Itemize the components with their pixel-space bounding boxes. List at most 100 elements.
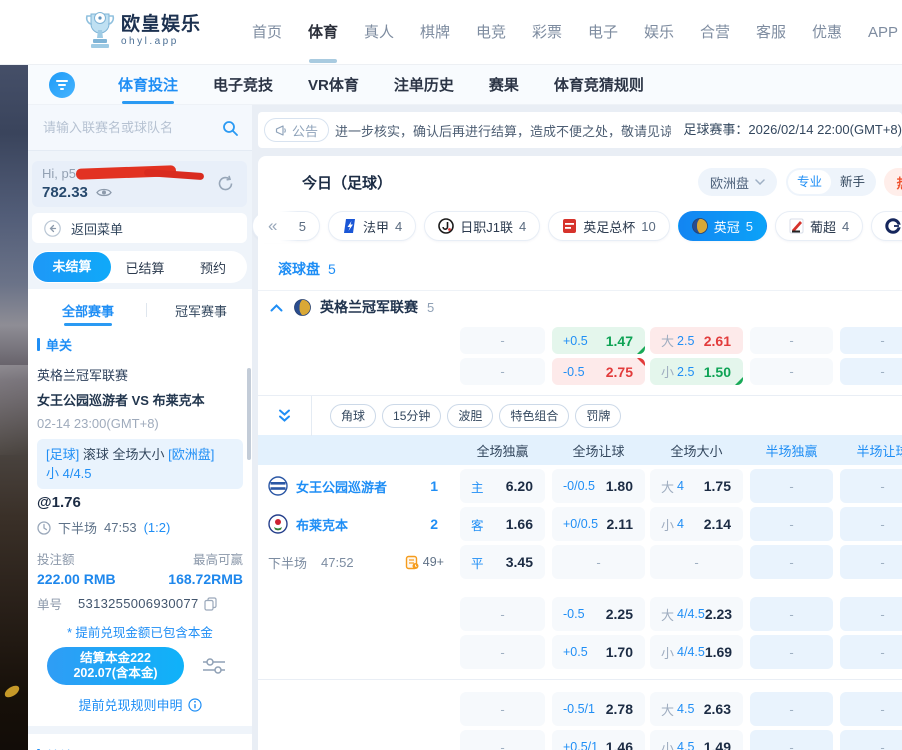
odds-value: 1.49 [704,739,731,750]
announcement-bar: 公告 进一步核实，确认后再进行结算，造成不便之处，敬请见谅！ 足球赛事：2026… [258,112,902,148]
topnav-item[interactable]: APP [868,0,898,65]
odds-cell[interactable]: +0.51.47 [552,327,645,354]
league-tab-count: 4 [519,219,526,234]
league-tab[interactable]: 荷甲8 [871,211,902,241]
league-tab[interactable]: 日职J1联4 [424,211,540,241]
bet-league-name: 英格兰冠军联赛 [37,368,243,384]
odds-cell[interactable]: 主6.20 [460,469,545,503]
sidebar-scrollbar[interactable] [247,368,251,460]
copy-icon[interactable] [204,597,217,611]
page-title: 今日（足球） [302,172,392,193]
team-cell[interactable]: 布莱克本2 [268,507,450,541]
topnav-item[interactable]: 真人 [364,0,394,65]
slip-tab[interactable]: 未结算 [33,252,111,282]
odds-cell[interactable]: 小2.51.50 [650,358,743,385]
odds-cell[interactable]: 小4/4.51.69 [650,635,743,669]
cashout-settings-icon[interactable] [202,656,226,676]
odds-cell[interactable]: +0.51.70 [552,635,645,669]
tabs-scroll-left[interactable]: « [258,209,298,243]
odds-cell-empty: - [750,358,833,385]
odds-cell[interactable]: 大4.52.63 [650,692,743,726]
subnav-item[interactable]: VR体育 [308,74,359,95]
odds-cell[interactable]: -0/0.51.80 [552,469,645,503]
handicap-label: 主 [471,477,484,496]
team-cell[interactable]: 下半场47:5249+ [268,545,450,579]
odds-cell[interactable]: 客1.66 [460,507,545,541]
league-section-header[interactable]: 英格兰冠军联赛 5 [258,290,902,323]
submarket-pill[interactable]: 15分钟 [382,404,441,428]
subnav-item[interactable]: 体育投注 [118,74,178,95]
cashout-rules-link[interactable]: 提前兑现规则申明 [37,695,243,714]
odds-cell[interactable]: 大2.52.61 [650,327,743,354]
submarket-pill[interactable]: 特色组合 [499,404,569,428]
odds-column-header: 半场独赢 [750,441,833,460]
search-input[interactable] [43,120,222,135]
eye-icon[interactable] [96,187,112,198]
handicap-label: +0.5/1 [563,740,598,750]
line-value: 4/4.5 [677,645,705,659]
odds-cell[interactable]: 大41.75 [650,469,743,503]
league-tab-count: 4 [395,219,402,234]
line-value: 4.5 [677,740,694,750]
back-to-menu-button[interactable]: 返回菜单 [32,213,247,243]
odds-cell[interactable]: -0.5/12.78 [552,692,645,726]
topnav-item[interactable]: 首页 [252,0,282,65]
subnav-item[interactable]: 赛果 [489,74,519,95]
match-row: 下半场47:5249+平3.45---- [258,545,902,579]
liga-league-icon [789,218,804,234]
odds-cell[interactable]: -0.52.75 [552,358,645,385]
odds-cell[interactable]: -0.52.25 [552,597,645,631]
cashout-button[interactable]: 结算本金222 202.07(含本金) [47,647,184,685]
odds-column-header: 全场让球 [552,441,645,460]
odds-cell-empty: - [840,545,902,579]
no-odds-dash: - [460,607,545,622]
match-odds-rows: 女王公园巡游者1 主6.20-0/0.51.80大41.75 - - 布莱克本2 客1.6… [258,469,902,579]
slip-tab[interactable]: 已结算 [111,258,179,277]
topnav-item[interactable]: 电竞 [476,0,506,65]
submarket-pill[interactable]: 角球 [330,404,376,428]
refresh-balance-icon[interactable] [216,174,235,193]
subnav-item[interactable]: 体育竞猜规则 [554,74,644,95]
topnav-item[interactable]: 娱乐 [644,0,674,65]
hot-matches-button[interactable]: 热 [884,168,902,196]
odds-value: 2.61 [704,333,731,349]
top-nav: 首页体育真人棋牌电竞彩票电子娱乐合营客服优惠 APP [252,0,898,65]
bet-subtab[interactable]: 全部赛事 [62,301,114,320]
handicap-type-dropdown[interactable]: 欧洲盘 [698,168,777,196]
no-odds-dash: - [460,645,545,660]
odds-cell[interactable]: 小42.14 [650,507,743,541]
team-cell[interactable]: 女王公园巡游者1 [268,469,450,503]
subnav-item[interactable]: 注单历史 [394,74,454,95]
league-tab[interactable]: 法甲4 [328,211,416,241]
bet-subtab[interactable]: 冠军赛事 [175,301,227,320]
submarket-pill[interactable]: 罚牌 [575,404,621,428]
brand-logo[interactable]: 欧皇娱乐 ohyl.app [85,10,201,52]
expand-markets-button[interactable] [258,396,312,436]
odds-cell[interactable]: +0/0.52.11 [552,507,645,541]
topnav-item[interactable]: 客服 [756,0,786,65]
odds-cell[interactable]: 大4/4.52.23 [650,597,743,631]
more-markets-link[interactable]: 49+ [405,555,444,570]
odds-cell[interactable]: 平3.45 [460,545,545,579]
submarket-pill[interactable]: 波胆 [447,404,493,428]
league-tab[interactable]: 英足总杯10 [548,211,669,241]
no-odds-dash: - [650,555,743,570]
topnav-item[interactable]: 合营 [700,0,730,65]
search-icon[interactable] [222,120,238,136]
topnav-item[interactable]: 电子 [588,0,618,65]
slip-tab[interactable]: 预约 [179,258,247,277]
league-tab[interactable]: 葡超4 [775,211,863,241]
odds-cell[interactable]: +0.5/11.46 [552,730,645,750]
topnav-item[interactable]: 体育 [308,0,338,65]
topnav-item[interactable]: 优惠 [812,0,842,65]
topnav-item[interactable]: 棋牌 [420,0,450,65]
subnav-item[interactable]: 电子竞技 [213,74,273,95]
mode-pill[interactable]: 专业 [788,170,831,194]
mode-pill[interactable]: 新手 [831,170,874,194]
account-balance: 782.33 [42,184,88,201]
topnav-item[interactable]: 彩票 [532,0,562,65]
league-tab[interactable]: 英冠5 [678,211,767,241]
filter-icon[interactable] [49,72,75,98]
odds-cell[interactable]: 小4.51.49 [650,730,743,750]
over-under-label: 大 [661,331,674,350]
